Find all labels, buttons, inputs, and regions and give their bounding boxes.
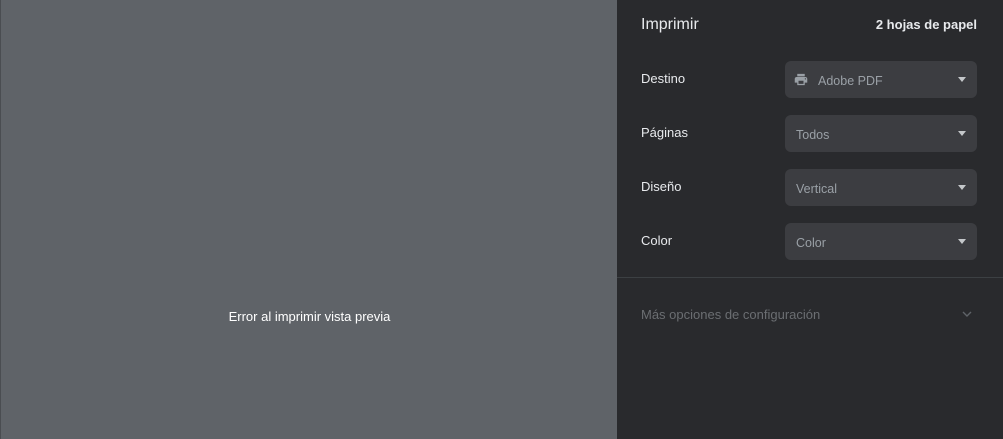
color-label: Color [641, 233, 673, 248]
destination-value: Adobe PDF [818, 74, 883, 88]
layout-label: Diseño [641, 179, 682, 194]
panel-header: Imprimir 2 hojas de papel [641, 16, 977, 36]
sheet-count: 2 hojas de papel [875, 17, 977, 32]
print-settings-panel: Imprimir 2 hojas de papel Destino Adobe … [617, 0, 1003, 439]
caret-down-icon [958, 239, 966, 244]
color-row: Color Color [641, 223, 977, 260]
layout-value: Vertical [796, 182, 837, 196]
more-options-label: Más opciones de configuración [641, 307, 821, 322]
print-dialog: Error al imprimir vista previa Imprimir … [0, 0, 1003, 439]
pages-value: Todos [796, 128, 830, 142]
caret-down-icon [958, 185, 966, 190]
print-preview-area: Error al imprimir vista previa [0, 0, 617, 439]
color-select[interactable]: Color [785, 223, 977, 260]
panel-title: Imprimir [641, 16, 699, 33]
layout-select[interactable]: Vertical [785, 169, 977, 206]
destination-label: Destino [641, 71, 686, 86]
destination-row: Destino Adobe PDF [641, 61, 977, 98]
pages-select[interactable]: Todos [785, 115, 977, 152]
preview-error-message: Error al imprimir vista previa [228, 309, 391, 324]
section-divider [617, 277, 1003, 278]
chevron-down-icon [962, 311, 972, 317]
pages-label: Páginas [641, 125, 688, 140]
caret-down-icon [958, 77, 966, 82]
pages-row: Páginas Todos [641, 115, 977, 152]
caret-down-icon [958, 131, 966, 136]
destination-select[interactable]: Adobe PDF [785, 61, 977, 98]
color-value: Color [796, 236, 826, 250]
printer-icon [794, 73, 808, 86]
layout-row: Diseño Vertical [641, 169, 977, 206]
more-options-toggle[interactable]: Más opciones de configuración [641, 306, 977, 324]
